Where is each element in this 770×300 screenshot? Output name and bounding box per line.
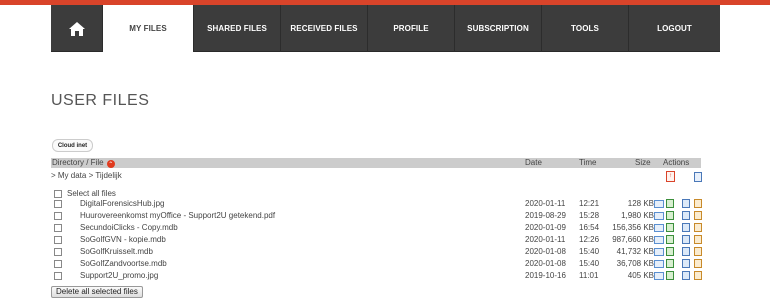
- file-time: 12:26: [579, 235, 600, 244]
- view-icon[interactable]: [682, 247, 690, 256]
- email-icon[interactable]: [654, 236, 664, 244]
- logo-text: Cloud inet: [57, 142, 88, 149]
- file-date: 2020-01-08: [525, 259, 566, 268]
- row-checkbox[interactable]: [54, 260, 62, 268]
- select-all-label: Select all files: [67, 189, 116, 198]
- email-icon[interactable]: [654, 200, 664, 208]
- main-nav: MY FILES SHARED FILES RECEIVED FILES PRO…: [51, 5, 720, 52]
- file-date: 2020-01-09: [525, 223, 566, 232]
- nav-home[interactable]: [51, 5, 103, 52]
- download-icon[interactable]: [694, 259, 702, 268]
- nav-profile[interactable]: PROFILE: [368, 5, 455, 52]
- breadcrumb[interactable]: > My data > Tijdelijk: [51, 171, 122, 180]
- home-icon: [68, 21, 85, 36]
- download-icon[interactable]: [694, 247, 702, 256]
- table-row: SoGolfZandvoortse.mdb 2020-01-08 15:40 3…: [51, 259, 706, 269]
- row-checkbox[interactable]: [54, 224, 62, 232]
- nav-shared-files[interactable]: SHARED FILES: [194, 5, 281, 52]
- view-icon[interactable]: [682, 199, 690, 208]
- file-size: 156,356 KB: [612, 223, 654, 232]
- page-title: USER FILES: [51, 92, 150, 109]
- file-time: 16:54: [579, 223, 600, 232]
- nav-my-files[interactable]: MY FILES: [103, 5, 194, 52]
- select-all-row[interactable]: Select all files: [54, 189, 116, 198]
- nav-logout[interactable]: LOGOUT: [629, 5, 720, 52]
- edit-icon[interactable]: [666, 259, 674, 268]
- file-date: 2020-01-11: [525, 199, 566, 208]
- file-date: 2019-08-29: [525, 211, 566, 220]
- header-actions: Actions: [663, 158, 690, 167]
- file-name[interactable]: SoGolfZandvoortse.mdb: [80, 259, 167, 269]
- file-date: 2019-10-16: [525, 271, 566, 280]
- view-icon[interactable]: [682, 223, 690, 232]
- sort-up-icon[interactable]: ⌃: [106, 160, 115, 168]
- table-row: Support2U_promo.jpg 2019-10-16 11:01 405…: [51, 271, 706, 281]
- edit-icon[interactable]: [666, 271, 674, 280]
- file-size: 1,980 KB: [621, 211, 654, 220]
- row-checkbox[interactable]: [54, 248, 62, 256]
- file-name[interactable]: SecundoiClicks - Copy.mdb: [80, 223, 178, 233]
- table-row: DigitalForensicsHub.jpg 2020-01-11 12:21…: [51, 199, 706, 209]
- email-icon[interactable]: [654, 248, 664, 256]
- row-checkbox[interactable]: [54, 200, 62, 208]
- file-time: 15:28: [579, 211, 600, 220]
- download-icon[interactable]: [694, 271, 702, 280]
- header-time[interactable]: Time: [579, 158, 596, 168]
- row-checkbox[interactable]: [54, 212, 62, 220]
- edit-icon[interactable]: [666, 235, 674, 244]
- row-checkbox[interactable]: [54, 236, 62, 244]
- header-size[interactable]: Size: [635, 158, 651, 168]
- cloud-inet-logo: Cloud inet: [52, 139, 93, 152]
- file-time: 11:01: [579, 271, 599, 280]
- table-row: SoGolfKruisselt.mdb 2020-01-08 15:40 41,…: [51, 247, 706, 257]
- download-icon[interactable]: [694, 223, 702, 232]
- file-date: 2020-01-11: [525, 235, 566, 244]
- file-name[interactable]: Huurovereenkomst myOffice - Support2U ge…: [80, 211, 275, 221]
- upload-icon[interactable]: ↑: [666, 171, 675, 182]
- file-name[interactable]: SoGolfGVN - kopie.mdb: [80, 235, 166, 245]
- table-row: SoGolfGVN - kopie.mdb 2020-01-11 12:26 9…: [51, 235, 706, 245]
- table-row: SecundoiClicks - Copy.mdb 2020-01-09 16:…: [51, 223, 706, 233]
- table-row: Huurovereenkomst myOffice - Support2U ge…: [51, 211, 706, 221]
- file-time: 15:40: [579, 247, 600, 256]
- file-name[interactable]: DigitalForensicsHub.jpg: [80, 199, 164, 209]
- download-icon[interactable]: [694, 235, 702, 244]
- file-date: 2020-01-08: [525, 247, 566, 256]
- view-icon[interactable]: [682, 259, 690, 268]
- file-time: 12:21: [579, 199, 600, 208]
- file-time: 15:40: [579, 259, 600, 268]
- file-size: 128 KB: [627, 199, 654, 208]
- nav-tools[interactable]: TOOLS: [542, 5, 629, 52]
- nav-received-files[interactable]: RECEIVED FILES: [281, 5, 368, 52]
- email-icon[interactable]: [654, 272, 664, 280]
- email-icon[interactable]: [654, 224, 664, 232]
- edit-icon[interactable]: [666, 199, 674, 208]
- email-icon[interactable]: [654, 260, 664, 268]
- file-name[interactable]: SoGolfKruisselt.mdb: [80, 247, 153, 257]
- header-directory-file[interactable]: Directory / File ⌃: [52, 158, 115, 168]
- select-all-checkbox[interactable]: [54, 189, 62, 198]
- table-header: Directory / File ⌃ Date Time Size Action…: [51, 158, 701, 168]
- file-size: 41,732 KB: [616, 247, 654, 256]
- new-document-icon[interactable]: [694, 172, 702, 182]
- header-date[interactable]: Date: [525, 158, 542, 168]
- row-checkbox[interactable]: [54, 272, 62, 280]
- file-size: 987,660 KB: [612, 235, 654, 244]
- nav-subscription[interactable]: SUBSCRIPTION: [455, 5, 542, 52]
- edit-icon[interactable]: [666, 247, 674, 256]
- edit-icon[interactable]: [666, 223, 674, 232]
- view-icon[interactable]: [682, 235, 690, 244]
- download-icon[interactable]: [694, 199, 702, 208]
- view-icon[interactable]: [682, 271, 690, 280]
- view-icon[interactable]: [682, 211, 690, 220]
- file-name[interactable]: Support2U_promo.jpg: [80, 271, 158, 281]
- edit-icon[interactable]: [666, 211, 674, 220]
- file-size: 36,708 KB: [616, 259, 654, 268]
- delete-selected-button[interactable]: Delete all selected files: [51, 286, 143, 298]
- download-icon[interactable]: [694, 211, 702, 220]
- header-name-label: Directory / File: [52, 158, 104, 167]
- email-icon[interactable]: [654, 212, 664, 220]
- file-size: 405 KB: [627, 271, 654, 280]
